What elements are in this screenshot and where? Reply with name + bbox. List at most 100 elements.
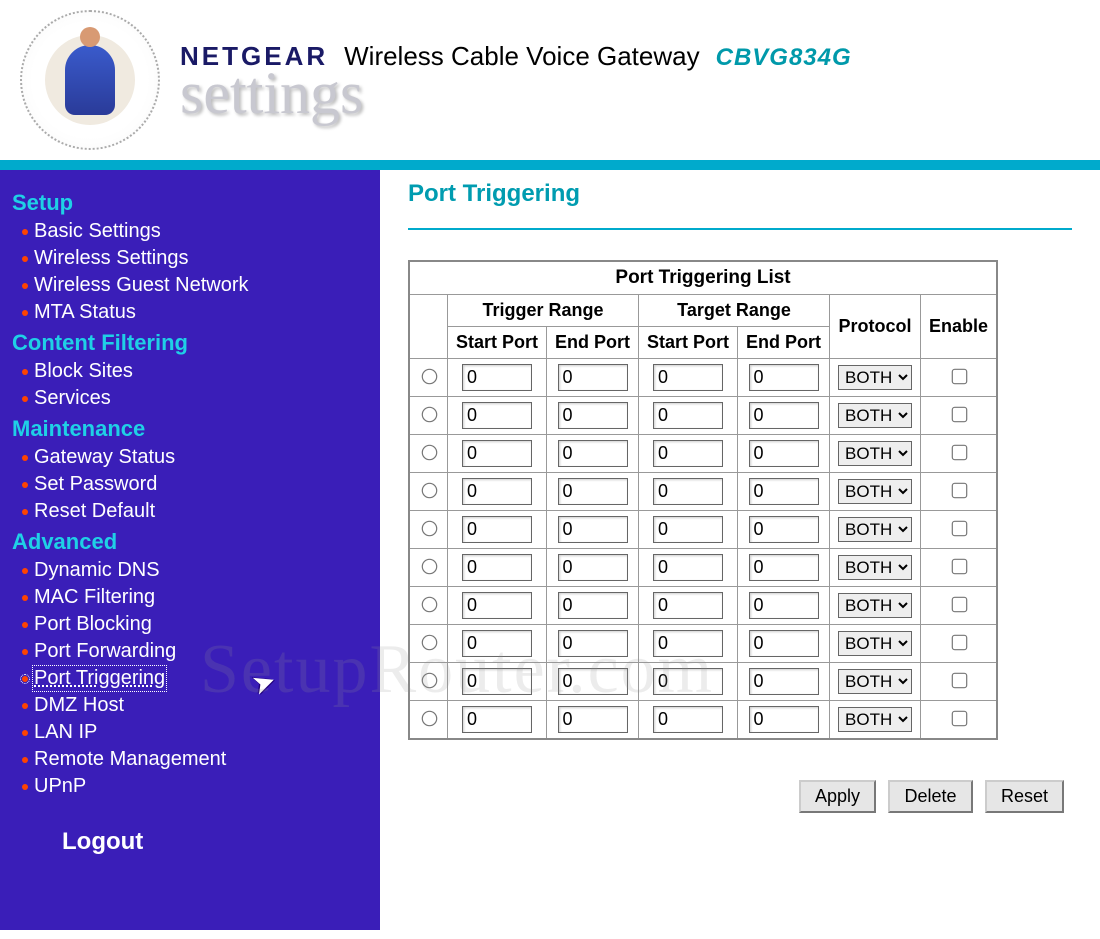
trigger-end-input[interactable] (558, 516, 628, 543)
sidebar-item-block-sites[interactable]: Block Sites (22, 360, 380, 383)
row-select-radio[interactable] (422, 521, 438, 537)
sidebar-item-mac-filtering[interactable]: MAC Filtering (22, 586, 380, 609)
sidebar-item-remote-management[interactable]: Remote Management (22, 748, 380, 771)
protocol-select[interactable]: BOTHTCPUDP (838, 441, 912, 466)
delete-button[interactable]: Delete (888, 780, 972, 813)
enable-checkbox[interactable] (951, 407, 967, 423)
target-end-input[interactable] (749, 402, 819, 429)
sidebar-item-reset-default[interactable]: Reset Default (22, 500, 380, 523)
protocol-select[interactable]: BOTHTCPUDP (838, 593, 912, 618)
bullet-icon (22, 649, 28, 655)
trigger-start-input[interactable] (462, 668, 532, 695)
trigger-start-input[interactable] (462, 592, 532, 619)
sidebar-item-upnp[interactable]: UPnP (22, 775, 380, 798)
enable-checkbox[interactable] (951, 559, 967, 575)
target-start-input[interactable] (653, 364, 723, 391)
sidebar-item-services[interactable]: Services (22, 387, 380, 410)
row-select-radio[interactable] (422, 369, 438, 385)
protocol-select[interactable]: BOTHTCPUDP (838, 669, 912, 694)
target-end-input[interactable] (749, 706, 819, 733)
target-start-input[interactable] (653, 706, 723, 733)
trigger-start-input[interactable] (462, 440, 532, 467)
row-select-radio[interactable] (422, 559, 438, 575)
enable-checkbox[interactable] (951, 711, 967, 727)
row-select-radio[interactable] (422, 711, 438, 727)
target-end-input[interactable] (749, 592, 819, 619)
main-content: Port Triggering Port Triggering List Tri… (380, 170, 1100, 930)
trigger-start-input[interactable] (462, 554, 532, 581)
trigger-end-input[interactable] (558, 706, 628, 733)
col-protocol: Protocol (830, 295, 921, 359)
trigger-start-input[interactable] (462, 402, 532, 429)
logout-link[interactable]: Logout (62, 828, 380, 856)
page-title: Port Triggering (408, 180, 1072, 208)
sidebar-item-basic-settings[interactable]: Basic Settings (22, 220, 380, 243)
sidebar-item-lan-ip[interactable]: LAN IP (22, 721, 380, 744)
trigger-end-input[interactable] (558, 364, 628, 391)
row-select-radio[interactable] (422, 673, 438, 689)
sidebar-item-label: Services (34, 387, 111, 410)
trigger-end-input[interactable] (558, 554, 628, 581)
target-start-input[interactable] (653, 554, 723, 581)
trigger-end-input[interactable] (558, 668, 628, 695)
trigger-start-input[interactable] (462, 478, 532, 505)
row-select-radio[interactable] (422, 483, 438, 499)
target-end-input[interactable] (749, 554, 819, 581)
sidebar-item-label: UPnP (34, 775, 86, 798)
protocol-select[interactable]: BOTHTCPUDP (838, 707, 912, 732)
trigger-end-input[interactable] (558, 402, 628, 429)
target-start-input[interactable] (653, 402, 723, 429)
protocol-select[interactable]: BOTHTCPUDP (838, 479, 912, 504)
sidebar-item-gateway-status[interactable]: Gateway Status (22, 446, 380, 469)
sidebar-item-port-blocking[interactable]: Port Blocking (22, 613, 380, 636)
target-end-input[interactable] (749, 364, 819, 391)
trigger-start-input[interactable] (462, 630, 532, 657)
target-end-input[interactable] (749, 478, 819, 505)
sidebar-item-dynamic-dns[interactable]: Dynamic DNS (22, 559, 380, 582)
target-start-input[interactable] (653, 668, 723, 695)
sidebar-item-wireless-settings[interactable]: Wireless Settings (22, 247, 380, 270)
sidebar-item-wireless-guest-network[interactable]: Wireless Guest Network (22, 274, 380, 297)
enable-checkbox[interactable] (951, 635, 967, 651)
sidebar-item-mta-status[interactable]: MTA Status (22, 301, 380, 324)
trigger-start-input[interactable] (462, 706, 532, 733)
enable-checkbox[interactable] (951, 597, 967, 613)
target-start-input[interactable] (653, 630, 723, 657)
protocol-select[interactable]: BOTHTCPUDP (838, 631, 912, 656)
trigger-end-input[interactable] (558, 478, 628, 505)
sidebar-item-dmz-host[interactable]: DMZ Host (22, 694, 380, 717)
trigger-end-input[interactable] (558, 630, 628, 657)
target-end-input[interactable] (749, 516, 819, 543)
target-start-input[interactable] (653, 592, 723, 619)
protocol-select[interactable]: BOTHTCPUDP (838, 517, 912, 542)
row-select-radio[interactable] (422, 407, 438, 423)
sidebar-item-port-triggering[interactable]: Port Triggering (22, 667, 380, 690)
target-end-input[interactable] (749, 440, 819, 467)
enable-checkbox[interactable] (951, 445, 967, 461)
trigger-end-input[interactable] (558, 440, 628, 467)
trigger-start-input[interactable] (462, 516, 532, 543)
target-end-input[interactable] (749, 630, 819, 657)
target-start-input[interactable] (653, 516, 723, 543)
enable-checkbox[interactable] (951, 369, 967, 385)
sidebar-item-set-password[interactable]: Set Password (22, 473, 380, 496)
table-row: BOTHTCPUDP (409, 359, 997, 397)
protocol-select[interactable]: BOTHTCPUDP (838, 403, 912, 428)
target-start-input[interactable] (653, 440, 723, 467)
enable-checkbox[interactable] (951, 483, 967, 499)
enable-checkbox[interactable] (951, 521, 967, 537)
target-start-input[interactable] (653, 478, 723, 505)
trigger-start-input[interactable] (462, 364, 532, 391)
target-end-input[interactable] (749, 668, 819, 695)
row-select-radio[interactable] (422, 597, 438, 613)
row-select-radio[interactable] (422, 635, 438, 651)
sidebar-item-port-forwarding[interactable]: Port Forwarding (22, 640, 380, 663)
table-row: BOTHTCPUDP (409, 473, 997, 511)
protocol-select[interactable]: BOTHTCPUDP (838, 365, 912, 390)
reset-button[interactable]: Reset (985, 780, 1064, 813)
protocol-select[interactable]: BOTHTCPUDP (838, 555, 912, 580)
enable-checkbox[interactable] (951, 673, 967, 689)
apply-button[interactable]: Apply (799, 780, 876, 813)
trigger-end-input[interactable] (558, 592, 628, 619)
row-select-radio[interactable] (422, 445, 438, 461)
